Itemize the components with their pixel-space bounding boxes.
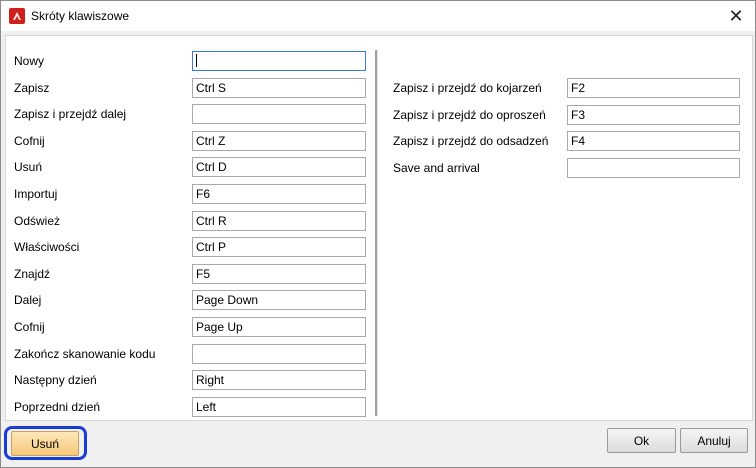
left-shortcut-input[interactable] <box>192 104 366 125</box>
shortcuts-panel: Nowy Zapisz Ctrl S Zapisz i przejdź dalej Co… <box>5 35 753 421</box>
left-shortcut-input[interactable]: F5 <box>192 263 366 284</box>
shortcut-value: Ctrl R <box>196 213 227 228</box>
left-shortcut-label: Następny dzień <box>14 373 97 388</box>
left-shortcut-input[interactable]: Ctrl Z <box>192 130 366 151</box>
left-shortcut-input[interactable]: Page Down <box>192 290 366 311</box>
app-logo-icon <box>9 8 25 24</box>
column-divider <box>375 50 378 416</box>
left-shortcut-input[interactable]: Page Up <box>192 317 366 337</box>
left-shortcut-label: Nowy <box>14 54 45 68</box>
left-shortcut-label: Poprzedni dzień <box>14 399 101 414</box>
left-shortcut-label: Właściwości <box>14 240 80 255</box>
left-shortcut-input[interactable] <box>192 343 366 364</box>
left-shortcut-label: Zakończ skanowanie kodu <box>14 346 156 361</box>
left-shortcut-label: Zapisz <box>14 80 50 95</box>
shortcut-value: F6 <box>196 187 211 201</box>
shortcut-value: Ctrl S <box>196 80 226 95</box>
left-shortcut-label: Usuń <box>14 160 43 175</box>
shortcut-value: Ctrl Z <box>196 133 226 148</box>
shortcut-value: Left <box>196 399 217 414</box>
left-shortcut-label: Odśwież <box>14 213 61 228</box>
right-shortcut-input[interactable]: F2 <box>567 78 740 98</box>
left-shortcut-input[interactable]: Right <box>192 370 366 391</box>
shortcuts-dialog: Skróty klawiszowe ✕ Nowy Zapisz Ctrl S Zapi… <box>0 0 756 468</box>
delete-button[interactable]: Usuń <box>11 431 79 456</box>
shortcut-value: F3 <box>571 107 586 122</box>
left-shortcut-label: Znajdź <box>14 266 51 281</box>
ok-button[interactable]: Ok <box>607 428 676 453</box>
right-shortcut-label: Zapisz i przejdź do oproszeń <box>393 107 546 122</box>
window-title: Skróty klawiszowe <box>31 9 130 23</box>
left-shortcut-input[interactable]: Ctrl R <box>192 210 366 231</box>
left-shortcut-label: Cofnij <box>14 133 45 148</box>
shortcut-value: Ctrl P <box>196 240 226 255</box>
shortcut-value: F2 <box>571 81 586 95</box>
left-shortcut-input[interactable]: Ctrl P <box>192 237 366 258</box>
shortcut-value: Right <box>196 373 225 388</box>
left-shortcut-input[interactable]: F6 <box>192 184 366 204</box>
left-shortcut-input[interactable]: Left <box>192 396 366 417</box>
cancel-button[interactable]: Anuluj <box>680 428 748 453</box>
close-icon: ✕ <box>728 5 744 26</box>
shortcut-value: F4 <box>571 134 586 149</box>
shortcut-value: Ctrl D <box>196 160 227 175</box>
left-shortcut-label: Dalej <box>14 293 42 308</box>
shortcut-value: F5 <box>196 266 211 281</box>
shortcut-value: Page Up <box>196 320 243 334</box>
close-button[interactable]: ✕ <box>723 3 749 29</box>
left-shortcut-label: Importuj <box>14 187 58 201</box>
text-caret <box>196 54 197 68</box>
left-shortcut-input[interactable]: Ctrl S <box>192 77 366 98</box>
right-shortcut-input[interactable]: F3 <box>567 104 740 125</box>
left-shortcut-label: Zapisz i przejdź dalej <box>14 107 127 122</box>
right-shortcut-input[interactable] <box>567 157 740 178</box>
left-shortcut-input[interactable]: Ctrl D <box>192 157 366 178</box>
title-bar: Skróty klawiszowe ✕ <box>1 1 755 31</box>
right-shortcut-label: Zapisz i przejdź do kojarzeń <box>393 81 542 95</box>
shortcut-value: Page Down <box>196 293 259 308</box>
right-shortcut-input[interactable]: F4 <box>567 131 740 152</box>
left-shortcut-input[interactable] <box>192 51 366 71</box>
left-shortcut-label: Cofnij <box>14 320 45 334</box>
right-shortcut-label: Save and arrival <box>393 160 480 175</box>
right-shortcut-label: Zapisz i przejdź do odsadzeń <box>393 134 549 149</box>
